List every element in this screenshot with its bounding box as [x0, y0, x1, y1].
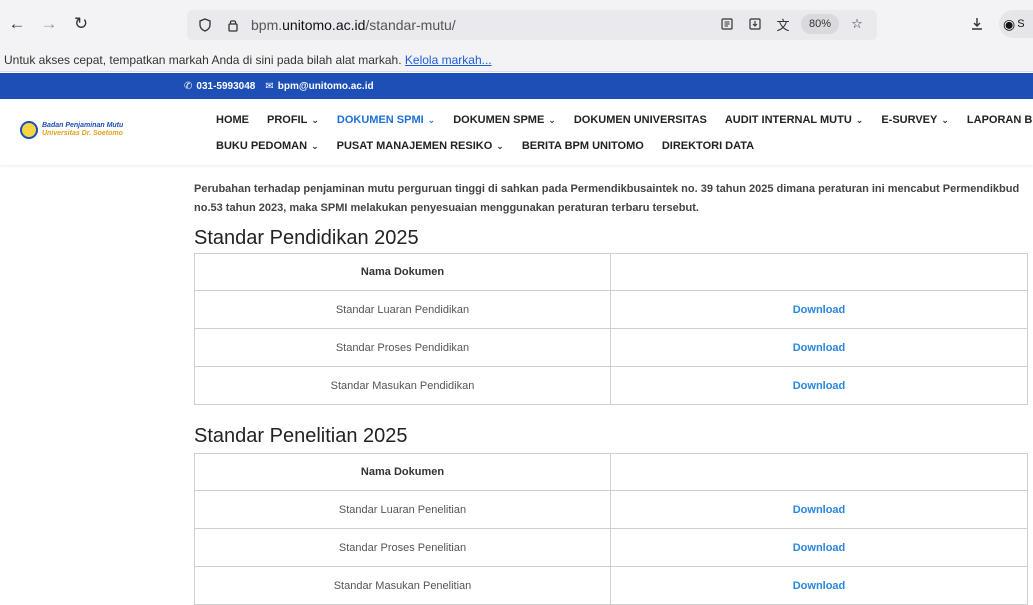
document-name: Standar Proses Penelitian	[194, 528, 611, 567]
lock-icon[interactable]	[223, 18, 243, 32]
column-header-nama-dokumen: Nama Dokumen	[194, 453, 611, 491]
save-page-icon[interactable]	[745, 14, 765, 34]
browser-toolbar: ← → ↻ bpm.unitomo.ac.id/standar-mutu/ 文 …	[0, 0, 1033, 48]
table-row: Standar Proses Penelitian Download	[194, 528, 1028, 567]
menu-laporan-bpm[interactable]: LAPORAN BPM	[967, 114, 1033, 126]
section-title-pendidikan: Standar Pendidikan 2025	[194, 227, 419, 249]
account-icon: ◉	[1003, 15, 1016, 32]
download-link[interactable]: Download	[610, 328, 1028, 367]
bookmarks-hint: Untuk akses cepat, tempatkan markah Anda…	[4, 53, 405, 67]
menu-e-survey[interactable]: E-SURVEY ⌄	[881, 114, 949, 126]
table-row: Standar Masukan Penelitian Download	[194, 566, 1028, 605]
chevron-down-icon: ⌄	[311, 140, 319, 151]
phone-contact[interactable]: ✆ 031-5993048	[184, 81, 255, 92]
download-link[interactable]: Download	[610, 366, 1028, 405]
chevron-down-icon: ⌄	[311, 114, 319, 125]
reader-view-icon[interactable]	[717, 14, 737, 34]
logo-line-1: Badan Penjaminan Mutu	[42, 122, 124, 129]
menu-pusat-manajemen-resiko[interactable]: PUSAT MANAJEMEN RESIKO ⌄	[337, 140, 504, 152]
document-name: Standar Masukan Pendidikan	[194, 366, 611, 405]
email-contact[interactable]: ✉ bpm@unitomo.ac.id	[265, 81, 373, 92]
document-table-pendidikan: Nama Dokumen Standar Luaran Pendidikan D…	[194, 253, 1028, 405]
menu-profil[interactable]: PROFIL ⌄	[267, 114, 319, 126]
menu-buku-pedoman[interactable]: BUKU PEDOMAN ⌄	[216, 140, 319, 152]
download-link[interactable]: Download	[610, 490, 1028, 529]
forward-arrow-icon[interactable]: →	[36, 11, 62, 37]
reload-icon[interactable]: ↻	[68, 11, 94, 37]
phone-icon: ✆	[184, 80, 193, 92]
document-name: Standar Proses Pendidikan	[194, 328, 611, 367]
document-name: Standar Masukan Penelitian	[194, 566, 611, 605]
document-table-penelitian: Nama Dokumen Standar Luaran Penelitian D…	[194, 453, 1028, 605]
menu-berita-bpm-unitomo[interactable]: BERITA BPM UNITOMO	[522, 140, 644, 152]
phone-number: 031-5993048	[196, 80, 256, 92]
mail-icon: ✉	[265, 80, 274, 92]
menu-dokumen-spmi[interactable]: DOKUMEN SPMI ⌄	[337, 114, 435, 126]
main-menu-row-1: HOME PROFIL ⌄ DOKUMEN SPMI ⌄ DOKUMEN SPME ⌄…	[216, 114, 1033, 126]
bookmark-star-icon[interactable]: ☆	[847, 14, 867, 34]
chevron-down-icon: ⌄	[941, 114, 949, 125]
chevron-down-icon: ⌄	[427, 114, 436, 125]
column-header-empty	[610, 253, 1028, 291]
section-title-penelitian: Standar Penelitian 2025	[194, 425, 408, 447]
download-link[interactable]: Download	[610, 528, 1028, 567]
main-menu-row-2: BUKU PEDOMAN ⌄ PUSAT MANAJEMEN RESIKO ⌄ BE…	[216, 140, 772, 152]
logo-line-2: Universitas Dr. Soetomo	[42, 130, 123, 137]
download-icon[interactable]	[963, 10, 991, 38]
table-row: Standar Proses Pendidikan Download	[194, 328, 1028, 367]
intro-paragraph: Perubahan terhadap penjaminan mutu pergu…	[194, 183, 1020, 214]
menu-dokumen-spme[interactable]: DOKUMEN SPME ⌄	[453, 114, 556, 126]
column-header-nama-dokumen: Nama Dokumen	[194, 253, 611, 291]
shield-icon[interactable]	[195, 18, 215, 32]
table-row: Standar Luaran Pendidikan Download	[194, 290, 1028, 329]
url-text[interactable]: bpm.unitomo.ac.id/standar-mutu/	[251, 17, 456, 33]
back-arrow-icon[interactable]: ←	[4, 11, 30, 37]
logo-emblem-icon	[20, 121, 38, 139]
translate-icon[interactable]: 文	[773, 14, 793, 34]
email-address: bpm@unitomo.ac.id	[277, 80, 374, 92]
address-bar[interactable]: bpm.unitomo.ac.id/standar-mutu/ 文 80% ☆	[187, 10, 877, 40]
menu-audit-internal-mutu[interactable]: AUDIT INTERNAL MUTU ⌄	[725, 114, 863, 126]
chevron-down-icon: ⌄	[496, 140, 504, 151]
download-link[interactable]: Download	[610, 566, 1028, 605]
account-letter: S	[1017, 18, 1025, 30]
table-header-row: Nama Dokumen	[194, 453, 1028, 491]
bookmarks-bar: Untuk akses cepat, tempatkan markah Anda…	[0, 48, 1033, 72]
zoom-level-badge[interactable]: 80%	[800, 14, 839, 34]
table-row: Standar Luaran Penelitian Download	[194, 490, 1028, 529]
download-link[interactable]: Download	[610, 290, 1028, 329]
site-header: Badan Penjaminan Mutu Universitas Dr. So…	[0, 99, 1033, 165]
table-row: Standar Masukan Pendidikan Download	[194, 366, 1028, 405]
contact-strip: ✆ 031-5993048 ✉ bpm@unitomo.ac.id	[0, 73, 1033, 99]
document-name: Standar Luaran Penelitian	[194, 490, 611, 529]
table-header-row: Nama Dokumen	[194, 253, 1028, 291]
manage-bookmarks-link[interactable]: Kelola markah...	[405, 53, 492, 67]
chevron-down-icon: ⌄	[855, 114, 864, 125]
column-header-empty	[610, 453, 1028, 491]
chevron-down-icon: ⌄	[548, 114, 556, 125]
document-name: Standar Luaran Pendidikan	[194, 290, 611, 329]
menu-home[interactable]: HOME	[216, 114, 249, 126]
site-logo[interactable]: Badan Penjaminan Mutu Universitas Dr. So…	[20, 121, 123, 139]
menu-direktori-data[interactable]: DIREKTORI DATA	[662, 140, 754, 152]
account-button[interactable]: ◉ S	[999, 10, 1033, 38]
menu-dokumen-universitas[interactable]: DOKUMEN UNIVERSITAS	[574, 114, 707, 126]
